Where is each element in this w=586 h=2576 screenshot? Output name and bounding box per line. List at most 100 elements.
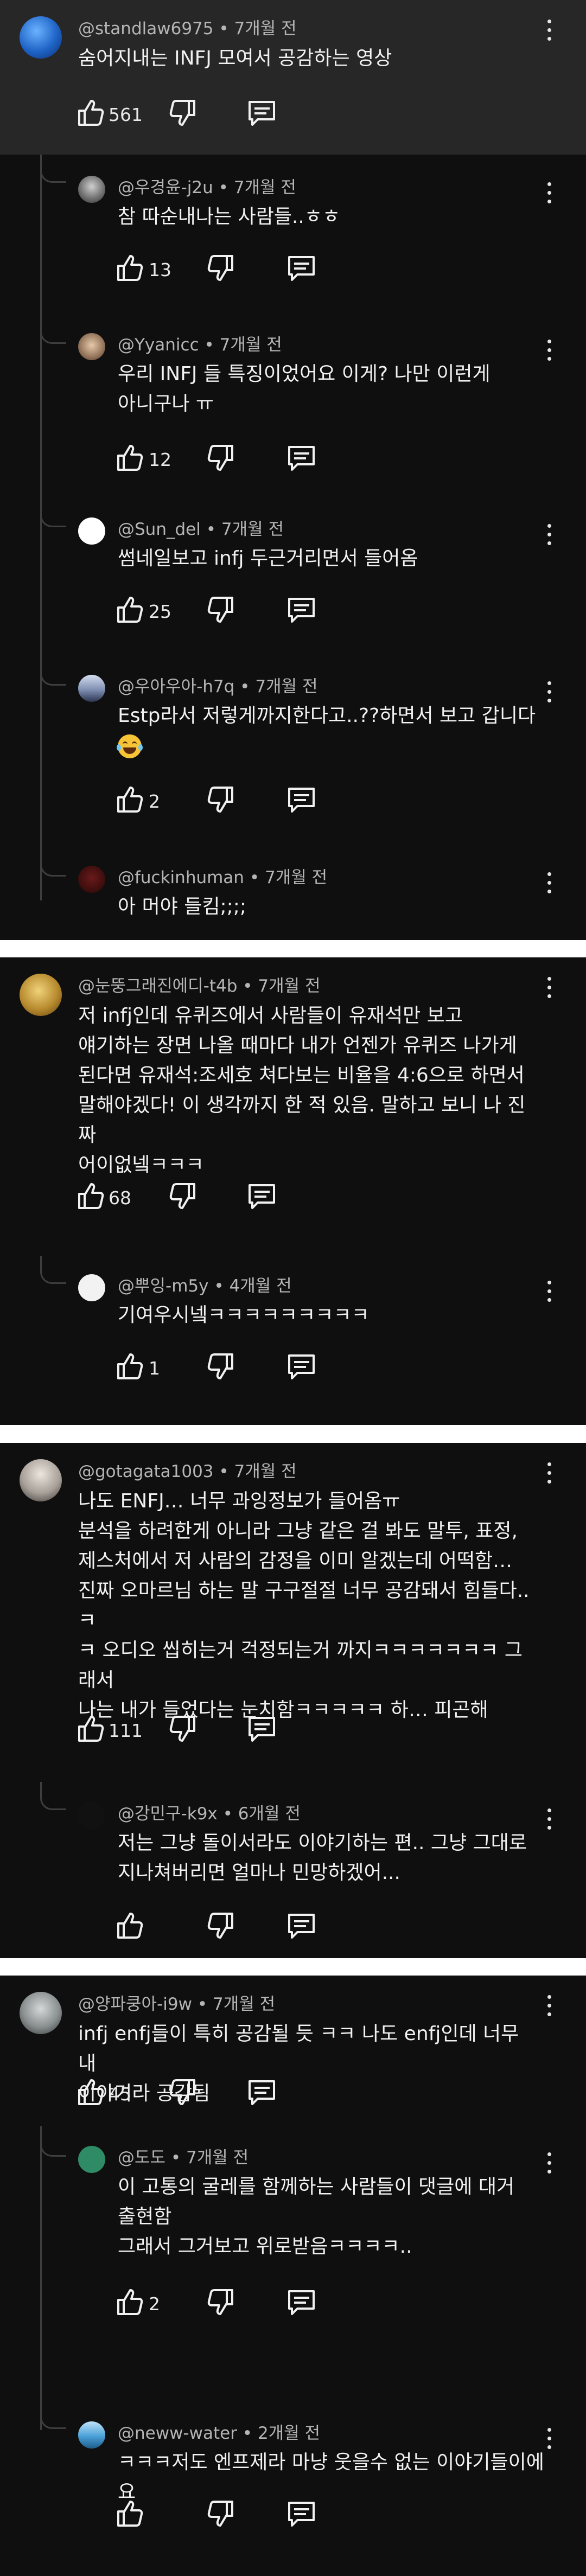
reply-button[interactable]	[286, 593, 319, 626]
reply-button[interactable]	[286, 783, 319, 816]
thumbs-down-icon	[207, 2501, 233, 2527]
comment-text: 참 따순내나는 사람들..ㅎㅎ	[118, 206, 341, 228]
dislike-button[interactable]	[206, 2497, 239, 2530]
avatar[interactable]	[78, 675, 105, 702]
avatar[interactable]	[78, 866, 105, 893]
reply-button[interactable]	[286, 252, 319, 284]
reply-button[interactable]	[247, 2076, 279, 2108]
like-button[interactable]: 111	[75, 1712, 151, 1745]
dislike-button[interactable]	[206, 442, 239, 474]
reply-button[interactable]	[247, 1180, 279, 1212]
more-options-icon[interactable]	[546, 2152, 552, 2176]
thumbs-down-icon	[169, 1183, 195, 1209]
reply-comment: @우아우아-h7q • 7개월 전 Estp라서 저렇게까지한다고..??하면서…	[0, 663, 586, 853]
author-handle[interactable]: @standlaw6975	[78, 19, 213, 39]
thumbs-down-icon	[207, 255, 233, 281]
avatar[interactable]	[78, 2421, 105, 2449]
like-button[interactable]: 561	[75, 97, 156, 129]
author-handle[interactable]: @Sun_del	[118, 520, 201, 539]
like-count: 2	[149, 2293, 160, 2315]
thumbs-up-icon	[117, 1353, 143, 1379]
avatar[interactable]	[20, 974, 62, 1016]
avatar[interactable]	[20, 1459, 62, 1501]
comment-text: 저 infj인데 유퀴즈에서 사람들이 유재석만 보고 얘기하는 장면 나올 때…	[78, 1005, 526, 1176]
more-options-icon[interactable]	[546, 1281, 552, 1305]
comment: @눈뚱그래진에디-t4b • 7개월 전 저 infj인데 유퀴즈에서 사람들이…	[0, 957, 586, 1256]
like-button[interactable]: 2	[114, 2286, 184, 2318]
reply-button[interactable]	[286, 442, 319, 474]
like-button[interactable]: 13	[114, 252, 184, 284]
dislike-button[interactable]	[168, 1180, 201, 1212]
reply-comment: @강민구-k9x • 6개월 전 저는 그냥 돌이서라도 이야기하는 편.. 그…	[0, 1790, 586, 1958]
avatar[interactable]	[78, 517, 105, 545]
more-options-icon[interactable]	[546, 1808, 552, 1832]
avatar[interactable]	[20, 1992, 62, 2034]
reply-icon	[249, 1184, 275, 1209]
dislike-button[interactable]	[168, 1712, 201, 1745]
author-handle[interactable]: @눈뚱그래진에디-t4b	[78, 976, 237, 996]
dislike-button[interactable]	[206, 1350, 239, 1383]
avatar[interactable]	[78, 333, 105, 360]
like-button[interactable]	[114, 1909, 146, 1942]
reply-button[interactable]	[286, 2286, 319, 2318]
dislike-button[interactable]	[206, 1909, 239, 1942]
avatar[interactable]	[78, 2146, 105, 2173]
dislike-button[interactable]	[206, 252, 239, 284]
reply-button[interactable]	[247, 97, 279, 129]
like-count: 2	[149, 791, 160, 812]
like-button[interactable]: 12	[114, 442, 184, 474]
thumbs-down-icon	[169, 100, 195, 126]
author-handle[interactable]: @Yyanicc	[118, 335, 199, 355]
comment-time: 7개월 전	[234, 19, 297, 39]
avatar[interactable]	[78, 1802, 105, 1829]
dislike-button[interactable]	[206, 593, 239, 626]
author-handle[interactable]: @우아우아-h7q	[118, 677, 234, 696]
dislike-button[interactable]	[206, 2286, 239, 2318]
like-button[interactable]: 2	[114, 783, 184, 816]
author-handle[interactable]: @우경윤-j2u	[118, 178, 213, 197]
more-options-icon[interactable]	[546, 1462, 552, 1486]
author-handle[interactable]: @뿌잉-m5y	[118, 1276, 209, 1296]
author-handle[interactable]: @도도	[118, 2148, 165, 2168]
more-options-icon[interactable]	[546, 182, 552, 206]
avatar[interactable]	[20, 16, 62, 59]
author-handle[interactable]: @gotagata1003	[78, 1462, 214, 1481]
comment-meta: @뿌잉-m5y • 4개월 전	[118, 1276, 292, 1296]
comment-actions: 2	[0, 783, 586, 816]
more-options-icon[interactable]	[546, 872, 552, 896]
more-options-icon[interactable]	[546, 2428, 552, 2452]
comment-time: 7개월 전	[221, 520, 284, 539]
comment-time: 7개월 전	[258, 976, 321, 996]
more-options-icon[interactable]	[546, 340, 552, 363]
author-handle[interactable]: @fuckinhuman	[118, 868, 244, 887]
reply-button[interactable]	[286, 1350, 319, 1383]
dislike-button[interactable]	[168, 2076, 201, 2108]
like-button[interactable]: 45	[75, 2076, 151, 2108]
avatar[interactable]	[78, 1274, 105, 1301]
like-button[interactable]	[114, 2497, 146, 2530]
comment-thread: @눈뚱그래진에디-t4b • 7개월 전 저 infj인데 유퀴즈에서 사람들이…	[0, 957, 586, 1425]
more-options-icon[interactable]	[546, 20, 552, 43]
more-options-icon[interactable]	[546, 681, 552, 705]
more-options-icon[interactable]	[546, 524, 552, 548]
reply-button[interactable]	[247, 1712, 279, 1745]
avatar[interactable]	[78, 176, 105, 203]
comment-meta: @fuckinhuman • 7개월 전	[118, 868, 328, 887]
more-options-icon[interactable]	[546, 1995, 552, 2019]
dislike-button[interactable]	[206, 783, 239, 816]
more-options-icon[interactable]	[546, 977, 552, 1001]
thumbs-up-icon	[117, 1913, 143, 1939]
reply-comment: @Sun_del • 7개월 전 썸네일보고 infj 두근거리면서 들어옴 2…	[0, 506, 586, 663]
author-handle[interactable]: @neww-water	[118, 2424, 237, 2443]
author-handle[interactable]: @강민구-k9x	[118, 1804, 218, 1824]
thumbs-down-icon	[207, 597, 233, 623]
dislike-button[interactable]	[168, 97, 201, 129]
like-button[interactable]: 25	[114, 593, 184, 626]
comment-meta: @우아우아-h7q • 7개월 전	[118, 677, 318, 696]
like-button[interactable]: 1	[114, 1350, 184, 1383]
author-handle[interactable]: @양파쿵아-i9w	[78, 1995, 192, 2014]
like-button[interactable]: 68	[75, 1180, 151, 1212]
reply-button[interactable]	[286, 1909, 319, 1942]
reply-button[interactable]	[286, 2497, 319, 2530]
like-count: 12	[149, 449, 171, 470]
